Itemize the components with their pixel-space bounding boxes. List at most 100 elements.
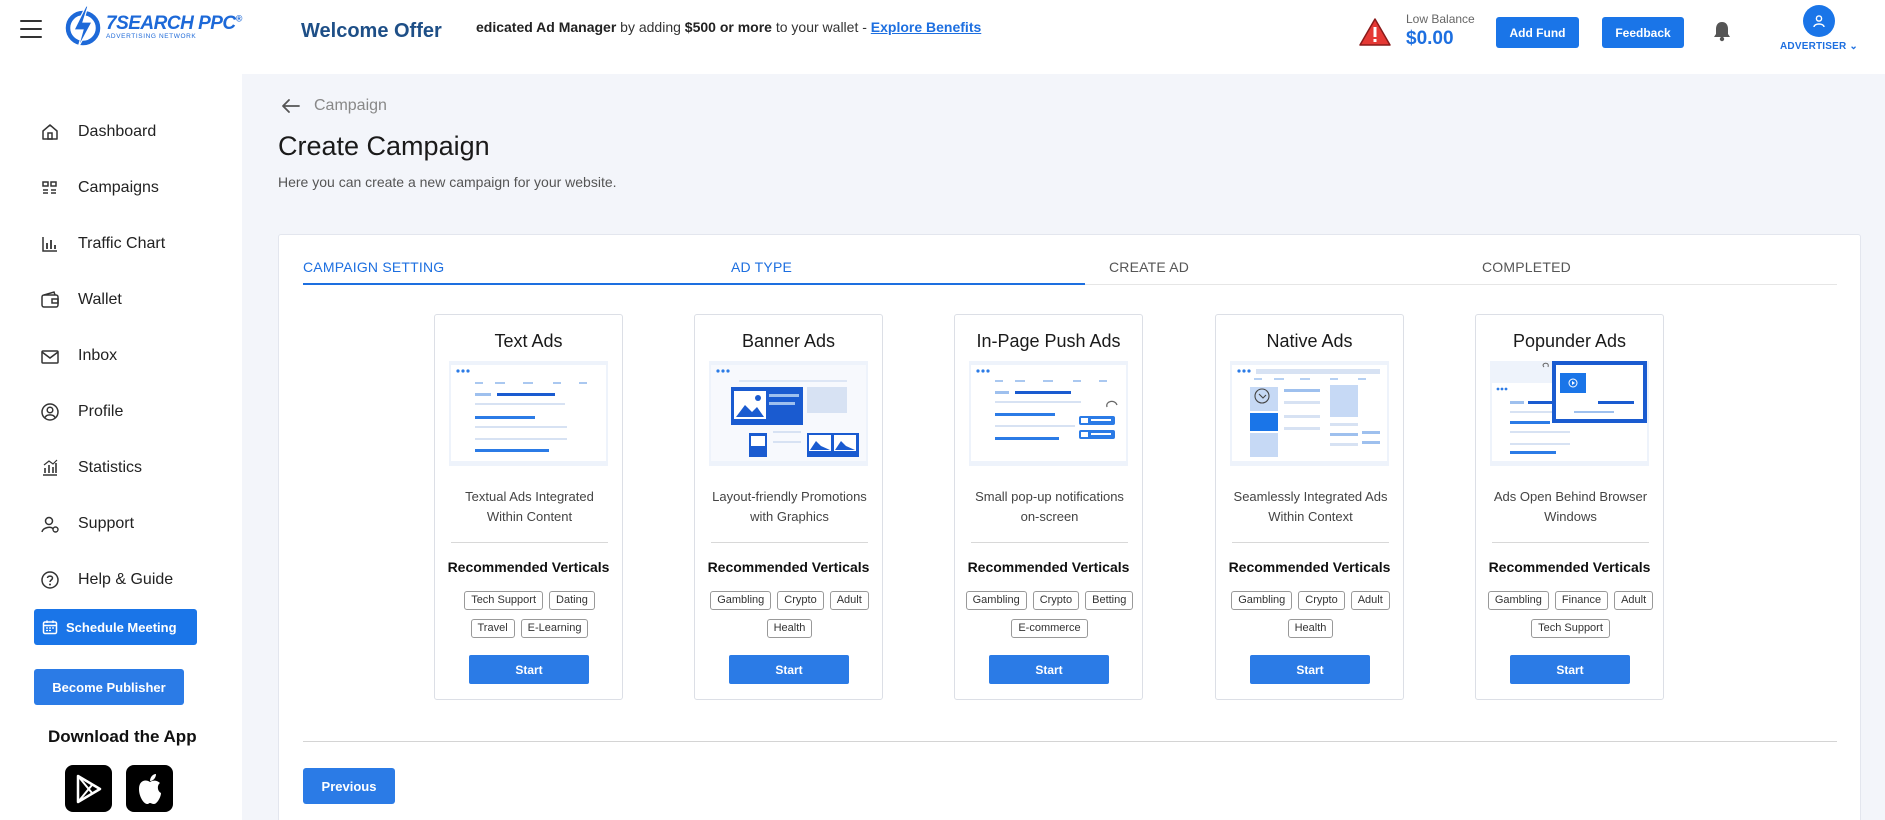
schedule-meeting-label: Schedule Meeting (66, 619, 177, 635)
start-banner-ads-button[interactable]: Start (729, 655, 849, 684)
bell-icon[interactable] (1712, 20, 1732, 47)
vertical-tag: Dating (549, 591, 595, 610)
balance-label: Low Balance (1406, 12, 1475, 26)
in-page-push-illustration-icon (969, 361, 1128, 466)
logo[interactable]: 7SEARCH PPC® ADVERTISING NETWORK (64, 4, 242, 50)
card-title: In-Page Push Ads (976, 331, 1121, 351)
step-completed[interactable]: COMPLETED (1482, 259, 1571, 275)
divider (303, 741, 1837, 742)
account-label: ADVERTISER ⌄ (1779, 41, 1859, 52)
card-title: Banner Ads (741, 331, 836, 351)
card-description: Small pop-up notifications on-screen (975, 489, 1124, 524)
vertical-tag: Finance (1554, 591, 1609, 610)
vertical-tag: Adult (1614, 591, 1654, 610)
logo-text: 7SEARCH PPC® (106, 12, 242, 34)
sidebar-item-label: Wallet (78, 291, 122, 308)
sidebar-item-dashboard[interactable]: Dashboard (40, 122, 156, 142)
sidebar-item-label: Traffic Chart (78, 235, 166, 252)
vertical-tags: Gambling Crypto Adult Health (1222, 591, 1399, 638)
recommended-verticals-heading: Recommended Verticals (1228, 559, 1391, 575)
text-ads-illustration-icon (449, 361, 608, 466)
breadcrumb[interactable]: Campaign (280, 97, 387, 115)
support-icon (41, 516, 59, 533)
feedback-button[interactable]: Feedback (1602, 17, 1684, 48)
vertical-tag: Adult (1350, 591, 1390, 610)
menu-icon[interactable] (20, 20, 42, 38)
wizard-steps: CAMPAIGN SETTING AD TYPE CREATE AD COMPL… (303, 259, 1837, 283)
start-popunder-ads-button[interactable]: Start (1510, 655, 1630, 684)
previous-button[interactable]: Previous (303, 768, 395, 804)
vertical-tag: Gambling (1231, 591, 1293, 610)
step-ad-type[interactable]: AD TYPE (731, 259, 792, 275)
sidebar-item-traffic-chart[interactable]: Traffic Chart (40, 234, 165, 254)
sidebar-item-support[interactable]: Support (40, 514, 134, 534)
card-description: Ads Open Behind Browser Windows (1493, 489, 1648, 524)
vertical-tag: Health (766, 619, 813, 638)
profile-icon (41, 403, 59, 421)
recommended-verticals-heading: Recommended Verticals (447, 559, 610, 575)
step-create-ad[interactable]: CREATE AD (1109, 259, 1189, 275)
sidebar-item-help-guide[interactable]: Help & Guide (40, 570, 173, 590)
page-title: Create Campaign (278, 131, 490, 161)
bar-chart-icon (42, 237, 57, 252)
recommended-verticals-heading: Recommended Verticals (1488, 559, 1651, 575)
vertical-tags: Gambling Finance Adult Tech Support (1482, 591, 1659, 638)
card-description: Seamlessly Integrated Ads Within Context (1233, 489, 1388, 524)
vertical-tag: Gambling (710, 591, 772, 610)
wallet-icon (41, 291, 59, 308)
card-description: Layout-friendly Promotions with Graphics (712, 489, 867, 524)
vertical-tag: Adult (829, 591, 869, 610)
sidebar-item-label: Profile (78, 403, 124, 420)
start-text-ads-button[interactable]: Start (469, 655, 589, 684)
native-ads-illustration-icon (1230, 361, 1389, 466)
sidebar-item-profile[interactable]: Profile (40, 402, 123, 422)
card-divider (1232, 542, 1389, 543)
recommended-verticals-heading: Recommended Verticals (967, 559, 1130, 575)
back-arrow-icon[interactable] (280, 98, 300, 114)
card-divider (1492, 542, 1649, 543)
play-store-icon[interactable] (65, 765, 112, 812)
banner-ads-illustration-icon (709, 361, 868, 466)
steps-progress-bar (303, 283, 1085, 285)
vertical-tag: Travel (470, 619, 515, 638)
recommended-verticals-heading: Recommended Verticals (707, 559, 870, 575)
start-native-ads-button[interactable]: Start (1250, 655, 1370, 684)
card-title: Native Ads (1266, 331, 1353, 351)
explore-benefits-link[interactable]: Explore Benefits (871, 19, 981, 35)
campaign-wizard-panel: CAMPAIGN SETTING AD TYPE CREATE AD COMPL… (278, 234, 1861, 820)
apple-store-icon[interactable] (126, 765, 173, 812)
help-icon (41, 571, 59, 589)
calendar-icon (42, 620, 58, 635)
sidebar-item-inbox[interactable]: Inbox (40, 346, 117, 366)
sidebar-item-label: Support (78, 515, 135, 532)
card-divider (711, 542, 868, 543)
add-fund-button[interactable]: Add Fund (1496, 17, 1579, 48)
campaigns-icon (42, 181, 57, 194)
vertical-tag: Tech Support (464, 591, 544, 610)
card-divider (451, 542, 608, 543)
step-campaign-setting[interactable]: CAMPAIGN SETTING (303, 259, 444, 275)
card-title: Text Ads (494, 331, 563, 351)
vertical-tag: E-Learning (520, 619, 589, 638)
sidebar-item-wallet[interactable]: Wallet (40, 290, 122, 310)
warning-icon (1358, 17, 1392, 52)
vertical-tag: Health (1287, 619, 1334, 638)
card-description: Textual Ads Integrated Within Content (465, 489, 594, 524)
ad-type-card-in-page-push: In-Page Push Ads Small pop-up notificati… (954, 314, 1143, 700)
account-menu[interactable]: ADVERTISER ⌄ (1776, 5, 1862, 52)
balance-value: $0.00 (1406, 28, 1454, 49)
schedule-meeting-button[interactable]: Schedule Meeting (34, 609, 197, 645)
sidebar-item-campaigns[interactable]: Campaigns (40, 178, 159, 198)
vertical-tag: Betting (1085, 591, 1134, 610)
ticker-text: by adding (616, 19, 685, 35)
sidebar-item-label: Inbox (78, 347, 118, 364)
statistics-icon (43, 459, 58, 476)
inbox-icon (41, 350, 59, 364)
start-in-page-push-ads-button[interactable]: Start (989, 655, 1109, 684)
download-app-heading: Download the App (48, 727, 197, 746)
user-icon (1803, 5, 1835, 37)
vertical-tag: Crypto (777, 591, 824, 610)
sidebar-item-label: Campaigns (78, 179, 159, 196)
become-publisher-button[interactable]: Become Publisher (34, 669, 184, 705)
sidebar-item-statistics[interactable]: Statistics (40, 458, 142, 478)
